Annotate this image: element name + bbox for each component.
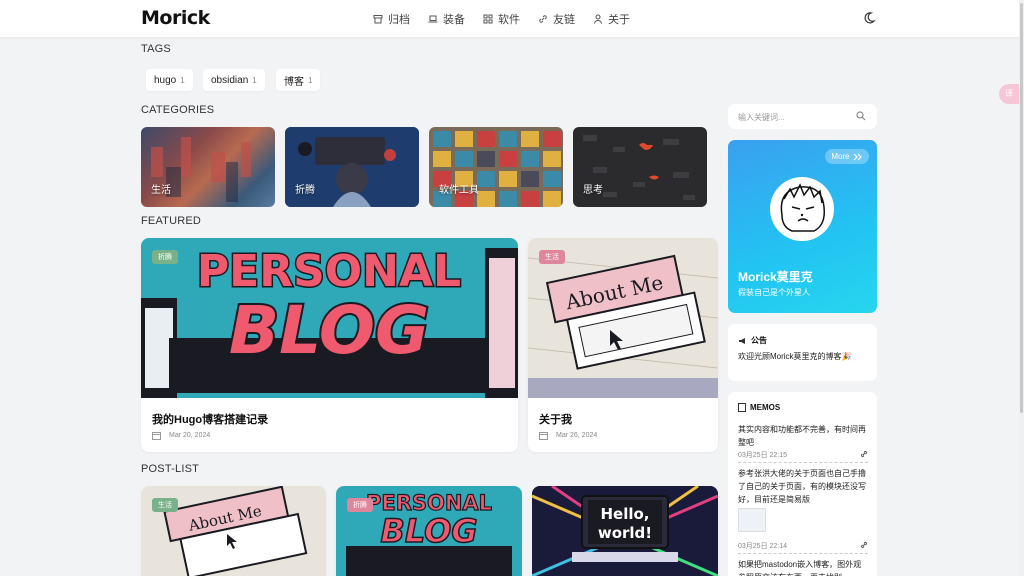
- memo-icon: [738, 403, 746, 412]
- nav-label: 关于: [608, 14, 630, 26]
- thumbnail-text-2: BLOG: [380, 512, 477, 550]
- announcement-header: 公告: [738, 335, 767, 346]
- megaphone-icon: [739, 337, 745, 344]
- post-card[interactable]: Hello, world!: [532, 486, 718, 576]
- memo-date: 03月25日 22:15: [738, 452, 788, 459]
- category-thinking[interactable]: 思考: [573, 127, 707, 207]
- memo-text: 如果把mastodon嵌入博客，图外观参照原文该有东西，再去找别: [738, 560, 862, 576]
- nav-label: 友链: [553, 14, 575, 26]
- tag-count: 1: [252, 75, 257, 85]
- category-software-tools[interactable]: 软件工具: [429, 127, 563, 207]
- user-icon: [594, 14, 602, 24]
- translate-button[interactable]: 译: [999, 84, 1019, 104]
- tag-name: hugo: [154, 74, 177, 86]
- memos-header: MEMOS: [738, 403, 780, 412]
- tag-name: 博客: [284, 76, 304, 88]
- memo-text: 参考张洪大佬的关于页面也自己手撸了自己的关于页面，有的模块还没写好，目前还是简易…: [738, 469, 866, 504]
- hello-world-thumbnail: Hello, world!: [532, 486, 718, 576]
- post-card[interactable]: About Me 生活: [141, 486, 326, 576]
- grid-icon: [483, 14, 493, 24]
- categories-heading: CATEGORIES: [141, 104, 215, 116]
- nav-item-links[interactable]: 友链: [538, 11, 575, 27]
- more-button[interactable]: More: [825, 149, 869, 164]
- post-category-badge[interactable]: 生活: [152, 498, 178, 512]
- avatar[interactable]: [770, 177, 834, 241]
- calendar-icon: [539, 432, 548, 440]
- cover-title-line1-fill: PERSONAL: [197, 246, 461, 297]
- link-icon: [539, 15, 547, 23]
- nav-item-software[interactable]: 软件: [483, 11, 520, 27]
- tag-hugo[interactable]: hugo 1: [146, 69, 193, 91]
- post-date: Mar 26, 2024: [556, 432, 598, 439]
- thumbnail-text: Hello,: [600, 505, 649, 523]
- category-label: 生活: [151, 185, 171, 196]
- nav-label: 软件: [498, 14, 520, 26]
- search-icon[interactable]: [856, 111, 866, 121]
- search-box[interactable]: 输入关键词...: [728, 104, 877, 129]
- nav-label: 装备: [443, 14, 465, 26]
- profile-subtitle: 假装自己是个外星人: [738, 288, 810, 297]
- tags-heading: TAGS: [141, 43, 171, 55]
- postlist-heading: POST-LIST: [141, 463, 200, 475]
- announcement-card: 公告 欢迎光顾Morick莫里克的博客🎉: [728, 324, 877, 381]
- memo-meta: 03月25日 22:14: [738, 541, 868, 554]
- tag-blog[interactable]: 博客 1: [276, 69, 321, 91]
- profile-card: More Morick莫里克 假装自己是个外星人: [728, 140, 877, 313]
- memo-date: 03月25日 22:14: [738, 543, 788, 550]
- category-label: 软件工具: [439, 185, 479, 196]
- memos-card: MEMOS 其实内容和功能都不完善，有时间再整吧 03月25日 22:15 参考…: [728, 392, 877, 576]
- post-title[interactable]: 我的Hugo博客搭建记录: [152, 411, 268, 427]
- cover-title-line2-fill: BLOG: [229, 292, 429, 369]
- category-tinkering[interactable]: 折腾: [285, 127, 419, 207]
- personal-blog-cover: PERSONAL PERSONAL BLOG BLOG: [141, 238, 518, 398]
- featured-heading: FEATURED: [141, 215, 202, 227]
- link-icon[interactable]: [860, 450, 868, 458]
- post-title[interactable]: 关于我: [539, 411, 572, 427]
- search-input[interactable]: 输入关键词...: [738, 112, 785, 123]
- thumbnail-text-2: world!: [598, 524, 652, 542]
- scrollbar-thumb[interactable]: [1020, 3, 1023, 413]
- nav-item-archive[interactable]: 归档: [373, 11, 410, 27]
- moon-icon[interactable]: [862, 11, 876, 25]
- announcement-text: 欢迎光顾Morick莫里克的博客🎉: [738, 352, 852, 361]
- category-label: 思考: [583, 185, 603, 196]
- post-category-badge[interactable]: 折腾: [347, 498, 373, 512]
- post-category-badge[interactable]: 生活: [539, 250, 565, 264]
- memo-text: 其实内容和功能都不完善，有时间再整吧: [738, 425, 866, 447]
- tag-count: 1: [180, 75, 185, 85]
- avatar-illustration: [780, 183, 826, 232]
- profile-name: Morick莫里克: [738, 270, 813, 284]
- memos-title: MEMOS: [750, 403, 781, 412]
- memo-image-thumbnail[interactable]: [738, 508, 766, 532]
- category-label: 折腾: [295, 185, 315, 196]
- category-life[interactable]: 生活: [141, 127, 275, 207]
- post-meta: Mar 26, 2024: [539, 431, 597, 440]
- link-icon[interactable]: [860, 541, 868, 549]
- nav-item-about[interactable]: 关于: [593, 11, 630, 27]
- top-navbar: Morick 归档 装备 软件 友链 关于: [0, 0, 1019, 37]
- featured-post-card[interactable]: About Me 生活 关于我 Mar 26, 2024: [528, 238, 718, 452]
- more-label: More: [831, 152, 850, 161]
- calendar-icon: [152, 432, 161, 440]
- site-logo[interactable]: Morick: [141, 7, 210, 29]
- memo-meta: 03月25日 22:15: [738, 450, 868, 463]
- nav-item-equipment[interactable]: 装备: [428, 11, 465, 27]
- double-chevron-right-icon: [853, 153, 862, 160]
- tag-count: 1: [308, 75, 313, 85]
- main-nav: 归档 装备 软件 友链 关于: [373, 11, 630, 27]
- nav-label: 归档: [388, 14, 410, 26]
- tag-name: obsidian: [211, 74, 249, 86]
- announcement-title: 公告: [751, 336, 767, 345]
- featured-post-card[interactable]: PERSONAL PERSONAL BLOG BLOG 折腾 我的Hugo博客搭…: [141, 238, 518, 452]
- tag-obsidian[interactable]: obsidian 1: [203, 69, 265, 91]
- post-meta: Mar 20, 2024: [152, 431, 210, 440]
- archive-icon: [373, 15, 383, 24]
- laptop-icon: [428, 15, 438, 23]
- post-card[interactable]: PERSONAL BLOG 折腾: [336, 486, 522, 576]
- post-category-badge[interactable]: 折腾: [152, 250, 178, 264]
- post-date: Mar 20, 2024: [169, 432, 211, 439]
